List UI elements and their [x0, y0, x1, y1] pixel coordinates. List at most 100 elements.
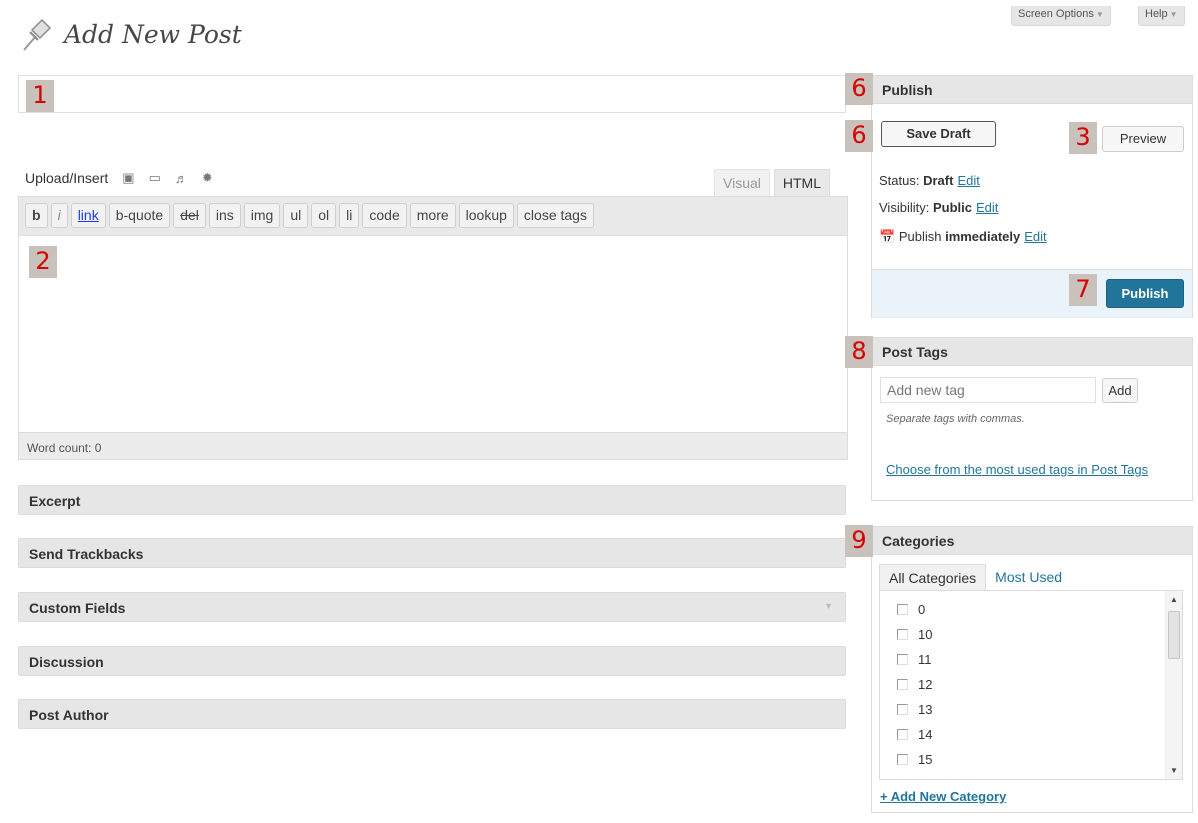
qt-bold-button[interactable]: b	[25, 203, 48, 228]
add-tag-button[interactable]: Add	[1102, 378, 1138, 403]
checkbox[interactable]	[897, 679, 908, 690]
checkbox[interactable]	[897, 654, 908, 665]
category-label: 12	[918, 677, 933, 692]
categories-title: Categories	[872, 527, 1192, 555]
scroll-down-icon[interactable]: ▼	[1170, 766, 1178, 775]
tab-html[interactable]: HTML	[773, 169, 831, 196]
tab-visual[interactable]: Visual	[714, 169, 770, 196]
qt-code-button[interactable]: code	[362, 203, 407, 228]
callout-badge: 1	[26, 80, 54, 112]
qt-ol-button[interactable]: ol	[311, 203, 337, 228]
preview-button[interactable]: Preview	[1102, 126, 1184, 152]
list-item[interactable]: 12	[880, 672, 1182, 697]
category-label: 13	[918, 702, 933, 717]
edit-visibility-link[interactable]: Edit	[976, 200, 998, 215]
post-editor: b i link b-quote del ins img ul ol li co…	[18, 196, 848, 460]
pushpin-icon	[23, 18, 52, 51]
scroll-up-icon[interactable]: ▲	[1170, 595, 1178, 604]
custom-fields-box[interactable]: Custom Fields ▼	[18, 592, 846, 622]
categories-box: Categories All Categories Most Used 0 10…	[871, 526, 1193, 813]
publish-box-title: Publish	[872, 76, 1192, 104]
edit-schedule-link[interactable]: Edit	[1024, 229, 1046, 244]
content-textarea[interactable]	[19, 236, 847, 432]
add-audio-icon[interactable]: ♬	[175, 171, 188, 186]
qt-li-button[interactable]: li	[339, 203, 360, 228]
post-tags-title: Post Tags	[872, 338, 1192, 366]
add-video-icon[interactable]: ▭	[149, 170, 161, 186]
category-label: 0	[918, 602, 926, 617]
callout-badge: 8	[845, 336, 873, 368]
save-draft-button[interactable]: Save Draft	[881, 121, 996, 147]
post-tags-box: Post Tags Add new tag Add Separate tags …	[871, 337, 1193, 501]
list-item[interactable]: 14	[880, 722, 1182, 747]
qt-ins-button[interactable]: ins	[208, 203, 241, 228]
calendar-icon: 📅	[879, 229, 896, 244]
checkbox[interactable]	[897, 604, 908, 615]
category-label: 10	[918, 627, 933, 642]
page-title: Add New Post	[64, 19, 242, 49]
word-count: Word count: 0	[19, 432, 847, 459]
help-button[interactable]: Help ▼	[1138, 6, 1185, 26]
add-new-category-link[interactable]: + Add New Category	[880, 789, 1006, 804]
chevron-down-icon: ▼	[1095, 10, 1104, 19]
qt-img-button[interactable]: img	[243, 203, 281, 228]
qt-link-button[interactable]: link	[70, 203, 106, 228]
editor-tabs: Visual HTML	[714, 169, 831, 196]
quicktags-toolbar: b i link b-quote del ins img ul ol li co…	[19, 197, 847, 236]
qt-italic-button[interactable]: i	[50, 203, 68, 228]
publish-schedule-row: 📅 Publish immediately Edit	[879, 229, 1047, 245]
category-tabs: All Categories Most Used	[879, 564, 1071, 590]
publish-button[interactable]: Publish	[1106, 279, 1184, 308]
list-item[interactable]: 15	[880, 747, 1182, 772]
visibility-label: Visibility:	[879, 200, 930, 215]
callout-badge: 7	[1069, 274, 1097, 306]
list-item[interactable]: 10	[880, 622, 1182, 647]
screen-options-button[interactable]: Screen Options ▼	[1011, 6, 1111, 26]
status-row: Status: Draft Edit	[879, 173, 980, 188]
add-image-icon[interactable]: ▣	[122, 170, 134, 186]
publish-schedule-label: Publish	[898, 229, 942, 244]
qt-blockquote-button[interactable]: b-quote	[108, 203, 171, 228]
callout-badge: 9	[845, 525, 873, 557]
checkbox[interactable]	[897, 704, 908, 715]
checkbox[interactable]	[897, 754, 908, 765]
list-item[interactable]: 11	[880, 647, 1182, 672]
visibility-row: Visibility: Public Edit	[879, 200, 998, 215]
category-label: 14	[918, 727, 933, 742]
most-used-tags-link[interactable]: Choose from the most used tags in Post T…	[886, 460, 1166, 479]
discussion-box[interactable]: Discussion	[18, 646, 846, 676]
visibility-value: Public	[932, 200, 972, 215]
qt-more-button[interactable]: more	[409, 203, 456, 228]
publish-actions: Publish	[872, 269, 1192, 318]
scrollbar-thumb[interactable]	[1168, 611, 1180, 659]
help-label: Help	[1145, 8, 1168, 20]
qt-close-tags-button[interactable]: close tags	[516, 203, 594, 228]
chevron-down-icon[interactable]: ▼	[824, 601, 833, 611]
tab-all-categories[interactable]: All Categories	[879, 564, 987, 590]
tag-input[interactable]: Add new tag	[880, 377, 1096, 403]
chevron-down-icon: ▼	[1169, 10, 1178, 19]
send-trackbacks-box[interactable]: Send Trackbacks	[18, 538, 846, 568]
list-item[interactable]: 0	[880, 597, 1182, 622]
page-header: Add New Post	[20, 16, 242, 52]
add-media-icon[interactable]: ✹	[202, 170, 213, 186]
tab-most-used[interactable]: Most Used	[986, 564, 1071, 590]
post-author-box[interactable]: Post Author	[18, 699, 846, 729]
discussion-title: Discussion	[29, 654, 104, 670]
upload-insert-label: Upload/Insert	[25, 170, 109, 186]
category-scrollbar[interactable]: ▲ ▼	[1165, 591, 1182, 779]
qt-ul-button[interactable]: ul	[283, 203, 309, 228]
send-trackbacks-title: Send Trackbacks	[29, 546, 144, 562]
tag-hint: Separate tags with commas.	[886, 413, 1025, 425]
publish-box: Publish Save Draft Preview Status: Draft…	[871, 75, 1193, 318]
callout-badge: 3	[1069, 122, 1097, 154]
list-item[interactable]: 13	[880, 697, 1182, 722]
post-title-input[interactable]	[18, 75, 846, 113]
checkbox[interactable]	[897, 629, 908, 640]
qt-del-button[interactable]: del	[173, 203, 206, 228]
excerpt-box[interactable]: Excerpt	[18, 485, 846, 515]
edit-status-link[interactable]: Edit	[957, 173, 979, 188]
checkbox[interactable]	[897, 729, 908, 740]
qt-lookup-button[interactable]: lookup	[458, 203, 514, 228]
status-value: Draft	[923, 173, 954, 188]
